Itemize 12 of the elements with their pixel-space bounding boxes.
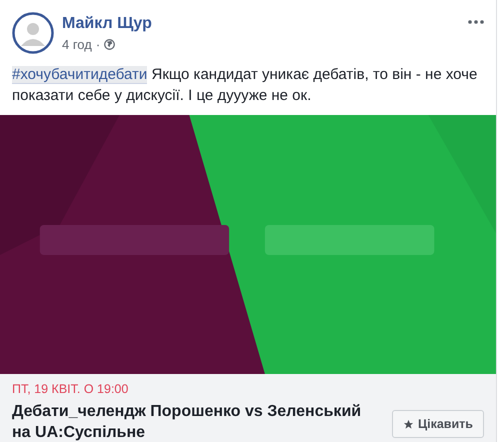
event-date: ПТ, 19 КВІТ. О 19:00 (12, 382, 130, 396)
globe-icon (104, 39, 116, 50)
avatar[interactable] (12, 12, 54, 54)
hashtag-link[interactable]: #хочубачитидебати (12, 66, 148, 84)
post-text: #хочубачитидебати Якщо кандидат уникає дебатів, то він - не хоче показати себе у дискусії. І це дуууже не ок. (12, 65, 478, 106)
post-time[interactable]: 4 год (62, 37, 92, 52)
author-link[interactable]: Майкл Щур (62, 15, 152, 33)
interested-button[interactable]: Цікавить (392, 410, 484, 438)
star-icon (403, 418, 414, 430)
more-options-icon[interactable] (468, 20, 484, 24)
event-title[interactable]: Дебати_челендж Порошенко vs Зеленський на UA:Суспільне (12, 401, 377, 442)
separator-dot: · (96, 37, 100, 52)
